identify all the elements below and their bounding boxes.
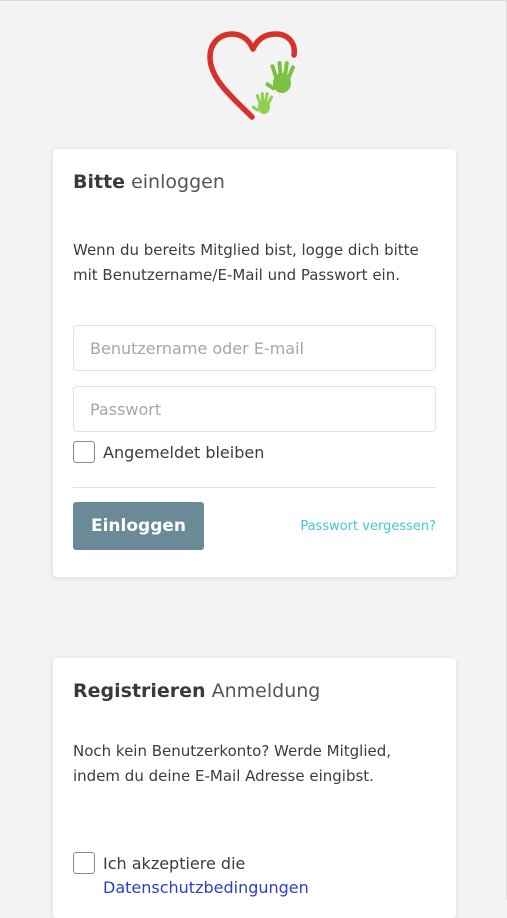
- accept-privacy-row[interactable]: Ich akzeptiere die Datenschutzbedingunge…: [73, 852, 309, 900]
- divider: [73, 487, 436, 488]
- accept-prefix-text: Ich akzeptiere die: [103, 854, 246, 873]
- forgot-password-link[interactable]: Passwort vergessen?: [300, 519, 436, 534]
- privacy-policy-link[interactable]: Datenschutzbedingungen: [103, 876, 309, 900]
- accept-privacy-checkbox[interactable]: [73, 852, 95, 874]
- remember-me-checkbox[interactable]: [73, 441, 95, 463]
- password-input[interactable]: [73, 386, 436, 432]
- login-card: Bitte einloggen Wenn du bereits Mitglied…: [53, 149, 456, 577]
- register-title: Registrieren Anmeldung: [73, 680, 320, 702]
- login-title-light: einloggen: [131, 171, 225, 193]
- remember-me-label[interactable]: Angemeldet bleiben: [103, 441, 264, 465]
- login-description: Wenn du bereits Mitglied bist, logge dic…: [73, 241, 419, 284]
- accept-privacy-label: Ich akzeptiere die Datenschutzbedingunge…: [103, 852, 309, 900]
- heart-with-handprints-icon: [207, 31, 298, 120]
- remember-me-row[interactable]: Angemeldet bleiben: [73, 441, 264, 465]
- register-title-strong: Registrieren: [73, 680, 206, 702]
- login-title-strong: Bitte: [73, 171, 126, 193]
- register-description: Noch kein Benutzerkonto? Werde Mitglied,…: [73, 742, 392, 785]
- register-title-light: Anmeldung: [211, 680, 321, 702]
- username-input[interactable]: [73, 325, 436, 371]
- login-title: Bitte einloggen: [73, 171, 225, 193]
- login-button[interactable]: Einloggen: [73, 502, 204, 550]
- page-frame: Bitte einloggen Wenn du bereits Mitglied…: [0, 0, 507, 918]
- register-card: Registrieren Anmeldung Noch kein Benutze…: [53, 658, 456, 918]
